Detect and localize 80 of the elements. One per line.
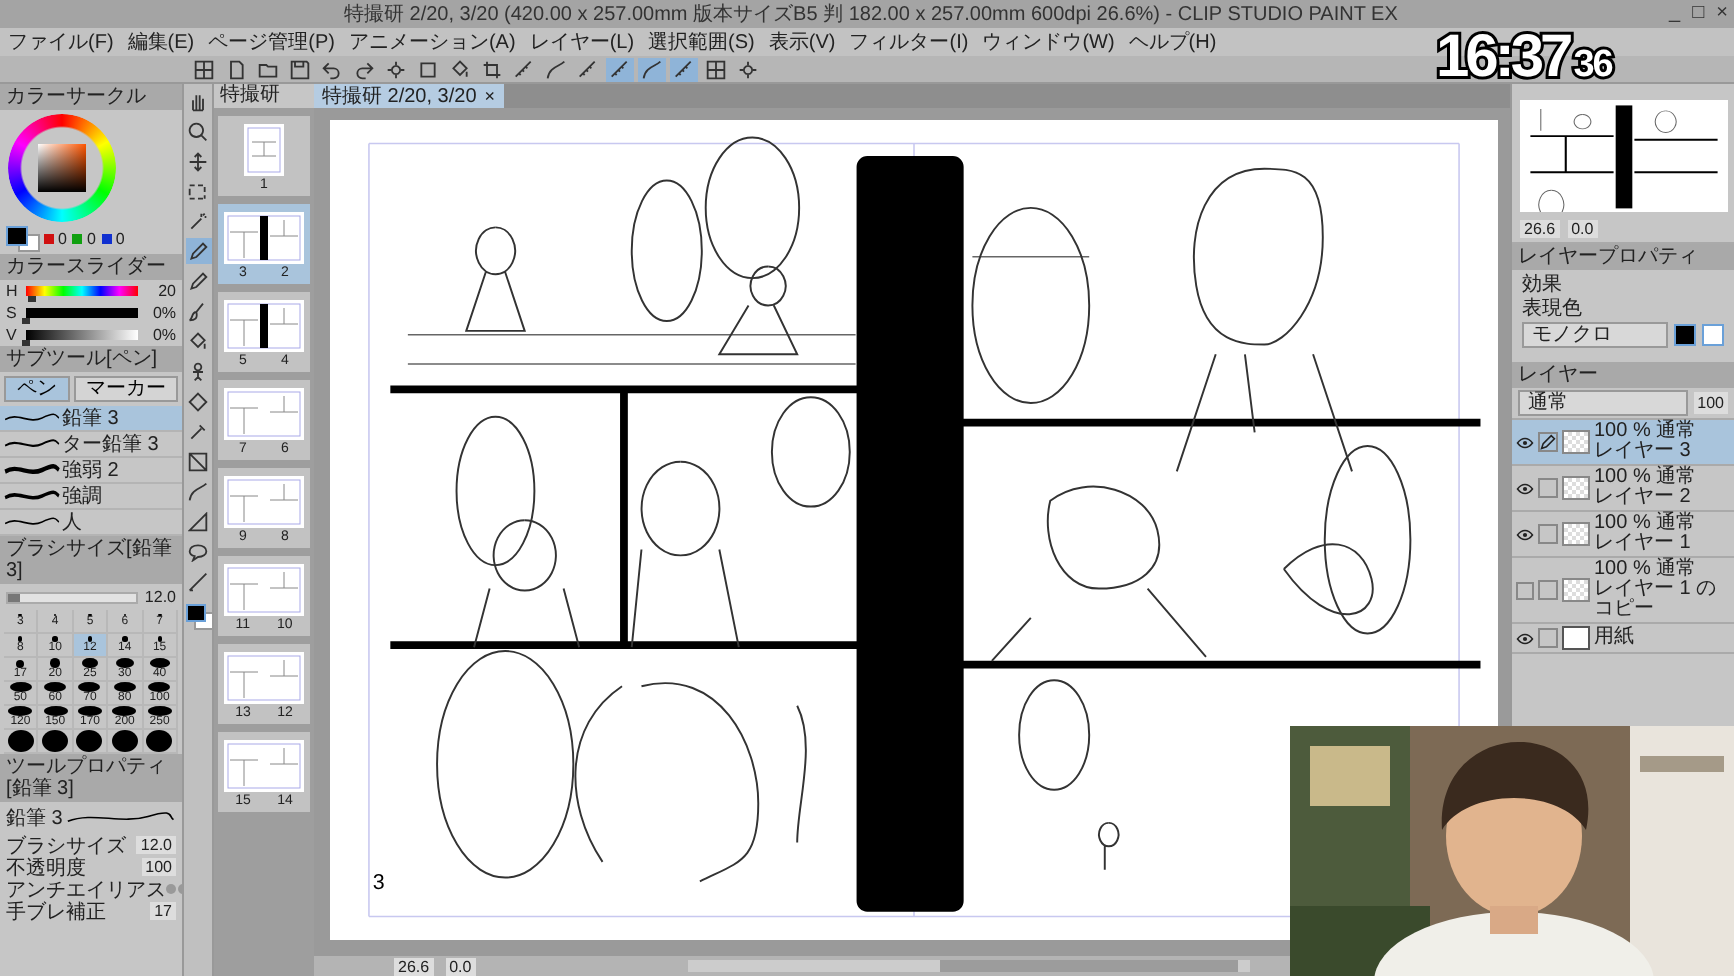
brush-item[interactable]: 強弱 2: [0, 458, 182, 484]
property-value[interactable]: 12.0: [136, 836, 176, 854]
clock-seconds: 36: [1573, 46, 1612, 84]
layer-mode: 100 % 通常: [1594, 422, 1697, 442]
property-label: 表現色: [1522, 298, 1584, 320]
window-title: 特撮研 2/20, 3/20 (420.00 x 257.00mm 版本サイズB5 判 182.00 x 257.00mm 600dpi 26.6%) - CLIP STUDIO PAINT EX: [344, 1, 1398, 28]
panel-title: ツールプロパティ[鉛筆 3]: [6, 756, 166, 800]
opacity-value[interactable]: 100: [1693, 392, 1728, 414]
panel-title: レイヤープロパティ: [1518, 246, 1698, 268]
window-control-button[interactable]: ×: [1710, 2, 1734, 26]
panel-title: カラースライダー: [6, 256, 166, 278]
brush-name: 鉛筆 3: [62, 406, 119, 432]
angle-value[interactable]: 0.0: [445, 957, 476, 975]
angle-value[interactable]: 0.0: [1567, 220, 1598, 238]
property-label: 不透明度: [6, 855, 86, 881]
menu-item[interactable]: ファイル(F): [8, 28, 114, 56]
menu-item[interactable]: フィルター(I): [849, 28, 969, 56]
brush-name: ター鉛筆 3: [62, 432, 159, 458]
menu-item[interactable]: ウィンドウ(W): [982, 28, 1115, 56]
clock-overlay: 16:3736: [1436, 28, 1612, 88]
layer-item[interactable]: 100 % 通常 レイヤー 1 のコピー: [1512, 558, 1734, 624]
blend-mode-dropdown[interactable]: 通常: [1518, 390, 1688, 416]
zoom-value[interactable]: 26.6: [394, 957, 434, 975]
slider-label: S: [6, 304, 19, 322]
window-control-button[interactable]: □: [1686, 2, 1711, 26]
slider-value: 0%: [150, 304, 176, 322]
slider-label: H: [6, 282, 20, 300]
menu-item[interactable]: レイヤー(L): [529, 28, 635, 56]
layer-name: レイヤー 2: [1594, 488, 1693, 508]
layer-item[interactable]: 100 % 通常 レイヤー 3: [1512, 420, 1734, 466]
panel-title: カラーサークル: [6, 86, 146, 108]
sub-tool-tab[interactable]: マーカー: [73, 376, 178, 402]
layer-name: 用紙: [1594, 628, 1634, 648]
brush-name: 鉛筆 3: [6, 806, 63, 832]
slider-label: V: [6, 326, 19, 344]
layer-mode: 100 % 通常: [1594, 468, 1697, 488]
brush-size-value: 12.0: [144, 588, 176, 606]
panel-title: レイヤー: [1518, 364, 1598, 386]
slider-value: 0%: [150, 326, 176, 344]
brush-name: 強弱 2: [62, 458, 119, 484]
property-label: ブラシサイズ: [6, 833, 126, 857]
close-tab-button[interactable]: ×: [484, 86, 496, 106]
color-mode-dropdown[interactable]: モノクロ: [1522, 322, 1668, 348]
layer-item[interactable]: 100 % 通常 レイヤー 2: [1512, 466, 1734, 512]
layer-mode: 100 % 通常: [1594, 514, 1697, 534]
panel-title: サブツール[ペン]: [6, 348, 158, 370]
tab-title: 特撮研 2/20, 3/20: [322, 83, 477, 110]
brush-item[interactable]: ター鉛筆 3: [0, 432, 182, 458]
brush-name: 人: [62, 510, 82, 536]
layer-item[interactable]: 100 % 通常 レイヤー 1: [1512, 512, 1734, 558]
zoom-value[interactable]: 26.6: [1520, 220, 1560, 238]
layer-mode: 100 % 通常: [1594, 560, 1699, 580]
brush-item[interactable]: 鉛筆 3: [0, 406, 182, 432]
page-number: 3: [372, 871, 385, 896]
menu-item[interactable]: 編集(E): [127, 28, 195, 56]
panel-tab[interactable]: 特撮研: [214, 84, 314, 108]
property-label: 効果: [1522, 274, 1564, 296]
menu-item[interactable]: アニメーション(A): [348, 28, 516, 56]
brush-name: 強調: [62, 483, 102, 510]
property-value[interactable]: 100: [141, 858, 176, 876]
document-tab[interactable]: 特撮研 2/20, 3/20 ×: [314, 84, 504, 108]
menu-item[interactable]: ヘルプ(H): [1128, 28, 1217, 56]
window-control-button[interactable]: _: [1663, 2, 1687, 26]
menu-item[interactable]: 表示(V): [768, 28, 836, 56]
panel-title: ブラシサイズ[鉛筆 3]: [6, 538, 172, 582]
sub-tool-tab[interactable]: ペン: [4, 376, 69, 402]
channel-value: 0: [86, 229, 96, 247]
layer-item[interactable]: 用紙: [1512, 624, 1734, 654]
property-label: アンチエイリアス: [6, 877, 166, 901]
menu-item[interactable]: ページ管理(P): [208, 28, 335, 56]
layer-name: レイヤー 3: [1594, 442, 1693, 462]
layer-name: レイヤー 1: [1594, 534, 1693, 554]
brush-item[interactable]: 強調: [0, 484, 182, 510]
channel-value: 0: [58, 229, 67, 247]
channel-value: 0: [115, 229, 125, 247]
menu-item[interactable]: 選択範囲(S): [648, 28, 755, 56]
property-label: 手ブレ補正: [6, 899, 106, 925]
slider-value: 20: [156, 282, 176, 300]
layer-name: レイヤー 1 のコピー: [1594, 580, 1719, 620]
property-value[interactable]: 17: [150, 902, 176, 920]
